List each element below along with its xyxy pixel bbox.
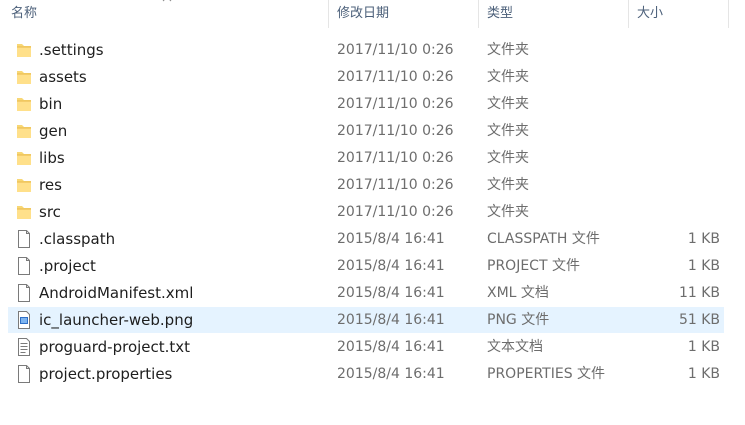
file-icon [16,284,32,302]
header-date-modified[interactable]: 修改日期 [330,0,478,28]
file-type: 文件夹 [487,69,529,85]
file-type: 文件夹 [487,96,529,112]
file-date-modified: 2017/11/10 0:26 [337,69,454,85]
file-date-modified: 2017/11/10 0:26 [337,42,454,58]
file-name: project.properties [39,365,173,383]
file-type: PROPERTIES 文件 [487,366,606,382]
text-file-icon [16,338,32,356]
file-icon [16,230,32,248]
file-date-modified: 2017/11/10 0:26 [337,123,454,139]
file-name: .settings [39,41,104,59]
header-size[interactable]: 大小 [630,0,728,28]
file-date-modified: 2017/11/10 0:26 [337,204,454,220]
file-type: CLASSPATH 文件 [487,231,600,247]
header-divider[interactable] [628,0,629,28]
file-name: assets [39,68,87,86]
file-row[interactable]: libs 2017/11/10 0:26 文件夹 [8,145,724,171]
file-row[interactable]: project.properties 2015/8/4 16:41 PROPERTI… [8,361,724,387]
file-type: PNG 文件 [487,312,550,328]
folder-icon [16,122,32,140]
file-row[interactable]: .project 2015/8/4 16:41 PROJECT 文件 1 KB [8,253,724,279]
file-row[interactable]: ic_launcher-web.png 2015/8/4 16:41 PNG 文件 5… [8,307,724,333]
header-type[interactable]: 类型 [480,0,628,28]
file-row[interactable]: .classpath 2015/8/4 16:41 CLASSPATH 文件 1 KB [8,226,724,252]
file-row[interactable]: .settings 2017/11/10 0:26 文件夹 [8,37,724,63]
folder-icon [16,149,32,167]
file-type: 文本文档 [487,339,543,355]
file-date-modified: 2015/8/4 16:41 [337,285,445,301]
folder-icon [16,95,32,113]
file-type: 文件夹 [487,177,529,193]
file-row[interactable]: AndroidManifest.xml 2015/8/4 16:41 XML 文档 1… [8,280,724,306]
file-name: AndroidManifest.xml [39,284,194,302]
file-row[interactable]: gen 2017/11/10 0:26 文件夹 [8,118,724,144]
file-date-modified: 2015/8/4 16:41 [337,258,445,274]
image-file-icon [16,311,32,329]
file-row[interactable]: bin 2017/11/10 0:26 文件夹 [8,91,724,117]
file-size: 1 KB [687,231,720,247]
header-divider[interactable] [478,0,479,28]
file-name: proguard-project.txt [39,338,191,356]
file-date-modified: 2015/8/4 16:41 [337,231,445,247]
file-name: ic_launcher-web.png [39,311,194,329]
file-type: 文件夹 [487,123,529,139]
folder-icon [16,68,32,86]
folder-icon [16,41,32,59]
file-type: PROJECT 文件 [487,258,580,274]
file-row[interactable]: proguard-project.txt 2015/8/4 16:41 文本文档 1 … [8,334,724,360]
file-name: src [39,203,61,221]
file-date-modified: 2015/8/4 16:41 [337,339,445,355]
file-name: libs [39,149,65,167]
file-type: 文件夹 [487,42,529,58]
file-name: .classpath [39,230,116,248]
file-icon [16,257,32,275]
folder-icon [16,176,32,194]
file-type: XML 文档 [487,285,549,301]
file-date-modified: 2015/8/4 16:41 [337,366,445,382]
file-size: 1 KB [687,366,720,382]
file-date-modified: 2017/11/10 0:26 [337,150,454,166]
file-name: gen [39,122,68,140]
header-divider[interactable] [328,0,329,28]
file-size: 51 KB [678,312,720,328]
file-name: res [39,176,62,194]
file-size: 1 KB [687,258,720,274]
file-type: 文件夹 [487,150,529,166]
file-row[interactable]: src 2017/11/10 0:26 文件夹 [8,199,724,225]
file-row[interactable]: res 2017/11/10 0:26 文件夹 [8,172,724,198]
file-row[interactable]: assets 2017/11/10 0:26 文件夹 [8,64,724,90]
file-size: 11 KB [678,285,720,301]
folder-icon [16,203,32,221]
column-header: 名称 修改日期 类型 大小 [0,0,745,28]
file-name: .project [39,257,96,275]
file-type: 文件夹 [487,204,529,220]
header-divider[interactable] [728,0,729,28]
file-size: 1 KB [687,339,720,355]
file-date-modified: 2017/11/10 0:26 [337,96,454,112]
file-name: bin [39,95,63,113]
file-date-modified: 2017/11/10 0:26 [337,177,454,193]
file-icon [16,365,32,383]
header-name[interactable]: 名称 [4,0,328,28]
file-date-modified: 2015/8/4 16:41 [337,312,445,328]
